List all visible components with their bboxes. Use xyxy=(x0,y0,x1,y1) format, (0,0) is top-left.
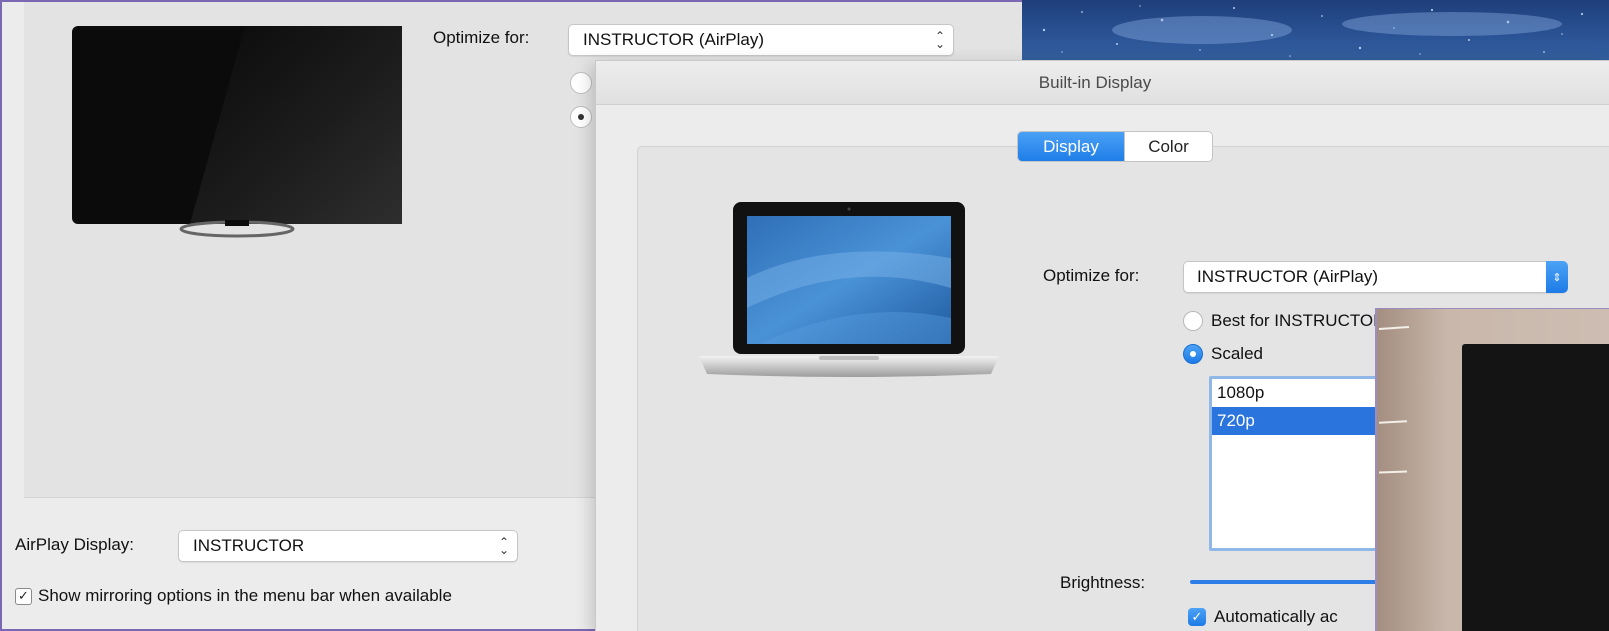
chevron-updown-icon: ⌃ ⌄ xyxy=(498,535,509,557)
camera-photo-overlay xyxy=(1375,308,1609,631)
display-color-tabs: Display Color xyxy=(1017,131,1213,162)
radio-button-off xyxy=(1183,311,1203,331)
airplay-display-label: AirPlay Display: xyxy=(15,535,135,554)
auto-brightness-label: Automatically ac xyxy=(1214,607,1338,626)
radio-best-for-instructor[interactable]: Best for INSTRUCTOR xyxy=(1183,311,1385,331)
optimize-for-value: INSTRUCTOR (AirPlay) xyxy=(1197,267,1379,286)
brightness-label: Brightness: xyxy=(1060,573,1146,592)
macbook-pro-icon xyxy=(699,202,999,377)
photo-monitor xyxy=(1462,344,1609,631)
optimize-for-label: Optimize for: xyxy=(433,28,530,47)
optimize-for-label: Optimize for: xyxy=(1043,266,1140,285)
tv-display-icon xyxy=(72,26,402,238)
optimize-for-dropdown[interactable]: INSTRUCTOR (AirPlay) ⇕ xyxy=(1183,261,1568,293)
tab-color[interactable]: Color xyxy=(1124,132,1212,161)
radio-button-on xyxy=(1183,344,1203,364)
auto-brightness-checkbox[interactable]: ✓ Automatically ac xyxy=(1188,607,1338,627)
radio-best-label: Best for INSTRUCTOR xyxy=(1211,311,1386,330)
resolution-item-720p[interactable]: 720p xyxy=(1212,407,1386,435)
chevron-updown-icon: ⌃ ⌄ xyxy=(934,29,945,51)
show-mirroring-label: Show mirroring options in the menu bar w… xyxy=(38,586,452,605)
tab-display[interactable]: Display xyxy=(1018,132,1124,161)
optimize-for-dropdown[interactable]: INSTRUCTOR (AirPlay) ⌃ ⌄ xyxy=(568,24,954,56)
desktop-wallpaper xyxy=(1022,0,1609,62)
radio-scaled-label: Scaled xyxy=(1211,344,1263,363)
star-field xyxy=(1042,5,1584,57)
window-titlebar[interactable]: Built-in Display xyxy=(596,61,1609,105)
chevron-updown-icon: ⇕ xyxy=(1546,261,1568,293)
resolution-item-1080p[interactable]: 1080p xyxy=(1212,379,1386,407)
radio-scaled[interactable] xyxy=(570,106,592,128)
airplay-display-value: INSTRUCTOR xyxy=(193,536,305,555)
radio-scaled[interactable]: Scaled xyxy=(1183,344,1263,364)
window-title: Built-in Display xyxy=(1038,73,1152,92)
optimize-for-value: INSTRUCTOR (AirPlay) xyxy=(583,30,765,49)
resolution-list[interactable]: 1080p 720p xyxy=(1209,376,1389,551)
airplay-display-dropdown[interactable]: INSTRUCTOR ⌃ ⌄ xyxy=(178,530,518,562)
checkmark-icon: ✓ xyxy=(1188,608,1206,626)
show-mirroring-checkbox[interactable]: ✓ Show mirroring options in the menu bar… xyxy=(15,586,452,606)
checkmark-icon: ✓ xyxy=(15,587,32,605)
brightness-slider[interactable] xyxy=(1190,580,1390,584)
